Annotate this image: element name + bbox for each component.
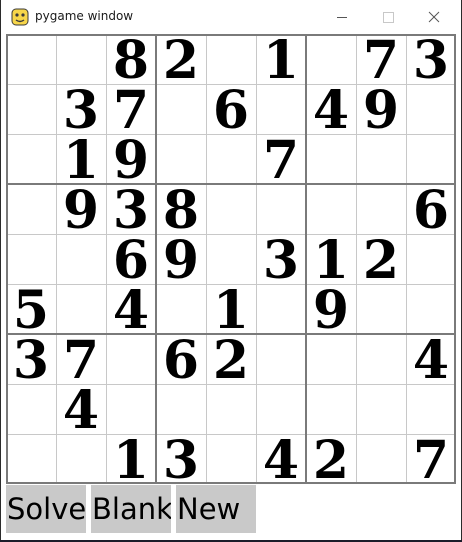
grid-cell[interactable] [306,384,356,434]
grid-cell[interactable] [306,34,356,84]
title-bar[interactable]: pygame window [1,0,461,34]
grid-cell[interactable] [206,234,256,284]
cell-digit: 2 [363,230,399,291]
cell-digit: 4 [413,330,449,391]
grid-cell[interactable] [356,184,406,234]
sudoku-grid[interactable]: 8 2 1 7 33 7 6 4 91 9 79 3 8 66 9 3 1 25 4 1 93 7 6 2 441 3 4 2 7 [6,34,456,486]
grid-cell[interactable] [206,384,256,434]
cell-digit: 2 [163,34,199,91]
cell-digit: 4 [63,380,99,441]
button-bar: Solve Blank New [6,485,456,533]
cell-digit: 3 [413,34,449,91]
minimize-button[interactable] [319,0,365,34]
grid-cell[interactable] [406,84,456,134]
grid-cell[interactable] [256,84,306,134]
grid-cell[interactable] [6,134,56,184]
cell-digit: 2 [313,430,349,486]
grid-cell[interactable] [56,434,106,484]
grid-cell[interactable] [156,134,206,184]
grid-cell[interactable] [256,384,306,434]
pygame-snake-icon [11,8,29,26]
cell-digit: 3 [163,430,199,486]
cell-digit: 4 [113,280,149,341]
grid-cell[interactable] [356,284,406,334]
blank-button[interactable]: Blank [91,485,171,533]
grid-cell[interactable] [306,334,356,384]
maximize-icon [383,12,394,23]
cell-digit: 7 [263,130,299,191]
new-button[interactable]: New [176,485,256,533]
minimize-icon [337,17,347,18]
grid-cell[interactable] [206,134,256,184]
cell-digit: 1 [113,430,149,486]
window-title: pygame window [35,9,134,23]
grid-cell[interactable] [6,434,56,484]
grid-cell[interactable] [6,234,56,284]
grid-cell[interactable] [406,134,456,184]
grid-cell[interactable] [356,384,406,434]
cell-digit: 9 [313,280,349,341]
grid-cell[interactable] [406,284,456,334]
grid-cell[interactable] [56,34,106,84]
cell-digit: 9 [63,180,99,241]
cell-digit: 6 [163,330,199,391]
grid-cell[interactable] [256,334,306,384]
cell-digit: 2 [213,330,249,391]
solve-button[interactable]: Solve [6,485,86,533]
grid-cell[interactable] [156,384,206,434]
close-button[interactable] [411,0,457,34]
grid-cell[interactable] [56,234,106,284]
grid-cell[interactable] [306,134,356,184]
grid-cell[interactable] [306,184,356,234]
grid-cell[interactable] [6,84,56,134]
grid-cell[interactable] [406,384,456,434]
grid-cell[interactable] [356,434,406,484]
grid-cell[interactable] [56,284,106,334]
grid-cell[interactable] [206,34,256,84]
grid-cell[interactable] [206,184,256,234]
cell-digit: 4 [263,430,299,486]
close-icon [428,11,440,23]
grid-cell[interactable] [356,334,406,384]
grid-cell[interactable] [6,34,56,84]
cell-digit: 3 [13,330,49,391]
app-window: pygame window 82173376491979386693125419… [0,0,462,540]
grid-cell[interactable] [6,184,56,234]
cell-digit: 7 [413,430,449,486]
grid-cell[interactable] [406,234,456,284]
grid-cell[interactable] [106,334,156,384]
grid-cell[interactable] [156,284,206,334]
grid-cell[interactable] [256,284,306,334]
cell-digit: 4 [313,80,349,141]
cell-digit: 1 [263,34,299,91]
cell-digit: 9 [363,80,399,141]
cell-digit: 6 [213,80,249,141]
cell-digit: 9 [163,230,199,291]
grid-cell[interactable] [206,434,256,484]
grid-cell[interactable] [6,384,56,434]
grid-cell[interactable] [106,384,156,434]
cell-digit: 6 [413,180,449,241]
grid-cell[interactable] [156,84,206,134]
grid-cell[interactable] [356,134,406,184]
cell-digit: 3 [263,230,299,291]
grid-cell[interactable] [256,184,306,234]
maximize-button[interactable] [365,0,411,34]
